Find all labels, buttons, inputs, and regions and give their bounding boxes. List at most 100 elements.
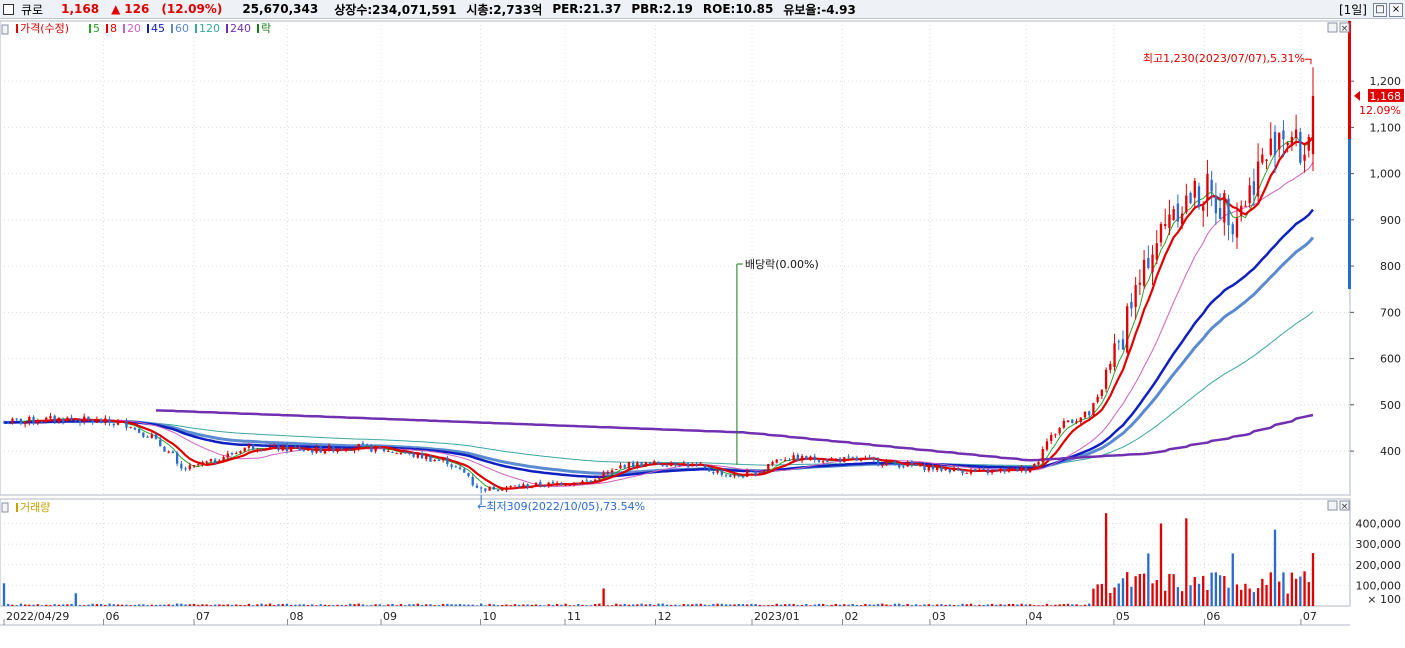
candle-body xyxy=(902,466,905,468)
candle-body xyxy=(1147,257,1150,268)
volume-bar xyxy=(505,604,508,606)
candle-body xyxy=(391,451,394,453)
volume-bar xyxy=(306,605,310,606)
volume-bar xyxy=(1033,605,1036,606)
select-checkbox[interactable] xyxy=(3,3,14,15)
volume-bar xyxy=(1020,603,1023,606)
candle-body xyxy=(1172,209,1175,221)
volume-bar xyxy=(606,605,609,606)
volume-bar xyxy=(222,604,225,606)
candle-body xyxy=(1003,468,1006,472)
volume-bar xyxy=(454,604,457,606)
volume-bar xyxy=(779,604,783,606)
candle-body xyxy=(61,418,65,423)
candle-body xyxy=(180,463,183,469)
maximize-button[interactable]: □ xyxy=(1373,2,1387,17)
legend-swatch xyxy=(226,24,228,33)
candle-body xyxy=(239,451,242,454)
panel-maximize-button[interactable] xyxy=(1327,22,1338,33)
volume-value: 25,670,343 xyxy=(242,2,319,16)
candle-body xyxy=(1214,196,1218,214)
candle-body xyxy=(653,461,656,464)
candle-body xyxy=(74,420,77,422)
x-tick-label: 04 xyxy=(1028,610,1042,623)
candle-body xyxy=(1096,396,1099,402)
volume-legend-label: 거래량 xyxy=(20,501,50,514)
candle-body xyxy=(129,426,132,428)
panel-toggle-button[interactable] xyxy=(1,24,9,35)
candle-body xyxy=(399,453,403,455)
volume-bar xyxy=(235,604,238,606)
candle-body xyxy=(323,450,327,454)
volume-bar xyxy=(1164,590,1167,606)
candle-body xyxy=(57,417,61,423)
volume-bar xyxy=(674,604,677,606)
volume-bar xyxy=(813,604,816,606)
volume-bar xyxy=(365,605,369,606)
volume-bar xyxy=(1206,589,1209,606)
pbr-value: PBR:2.19 xyxy=(631,2,693,16)
panel-toggle-button[interactable] xyxy=(1,502,9,513)
candle-body xyxy=(484,488,487,491)
volume-bar xyxy=(95,604,99,606)
volume-bar xyxy=(944,604,947,606)
volume-bar xyxy=(137,604,141,606)
volume-bar xyxy=(1138,573,1142,606)
candle-body xyxy=(226,453,229,458)
price-change: 126 xyxy=(124,2,150,16)
candle-body xyxy=(197,464,200,466)
per-value: PER:21.37 xyxy=(552,2,622,16)
volume-bar xyxy=(197,604,200,606)
volume-bar xyxy=(1113,587,1116,606)
period-selector[interactable]: [1일] xyxy=(1339,1,1367,18)
volume-bar xyxy=(577,604,580,606)
volume-bar xyxy=(1202,575,1205,606)
volume-bar xyxy=(522,604,525,606)
candle-body xyxy=(336,449,339,452)
candle-body xyxy=(834,458,838,460)
panel-maximize-button[interactable] xyxy=(1327,500,1338,511)
candle-body xyxy=(1024,467,1028,472)
volume-bar xyxy=(1218,575,1222,606)
volume-bar xyxy=(349,603,352,606)
volume-bar xyxy=(1126,572,1129,606)
candle-body xyxy=(648,462,652,464)
volume-bar xyxy=(463,604,466,606)
volume-bar xyxy=(1104,513,1108,606)
volume-bar xyxy=(74,593,77,606)
volume-bar xyxy=(589,605,593,606)
candle-body xyxy=(361,443,365,445)
candle-body xyxy=(327,445,331,451)
volume-bar xyxy=(1223,575,1226,606)
candle-body xyxy=(1062,421,1066,428)
x-tick-label: 06 xyxy=(1206,610,1220,623)
volume-bar xyxy=(1311,553,1315,606)
close-button[interactable]: × xyxy=(1389,2,1403,17)
candle-body xyxy=(294,446,297,448)
x-tick-label: 2022/04/29 xyxy=(6,610,69,623)
volume-bar xyxy=(564,603,567,606)
y-tick-label: 500 xyxy=(1380,399,1401,412)
candle-body xyxy=(1248,185,1251,204)
volume-bar xyxy=(412,604,415,606)
volume-bar xyxy=(889,605,892,606)
volume-bar xyxy=(201,604,204,606)
candle-body xyxy=(695,464,698,466)
legend-item: 락 xyxy=(261,22,271,35)
candle-body xyxy=(927,466,930,471)
volume-bar xyxy=(1185,518,1188,606)
volume-legend: 거래량 xyxy=(16,501,50,514)
candle-body xyxy=(792,455,795,461)
volume-bar xyxy=(851,603,854,606)
volume-bar xyxy=(315,605,318,606)
y-tick-label: 1,200 xyxy=(1370,75,1402,88)
candle-body xyxy=(999,468,1002,471)
volume-bar xyxy=(61,604,65,606)
volume-bar xyxy=(167,604,170,606)
volume-bar xyxy=(1172,574,1175,606)
volume-bar xyxy=(1282,572,1285,606)
volume-bar xyxy=(940,604,943,606)
volume-bar xyxy=(260,603,263,606)
volume-bar xyxy=(999,604,1002,606)
volume-bar xyxy=(40,605,44,606)
